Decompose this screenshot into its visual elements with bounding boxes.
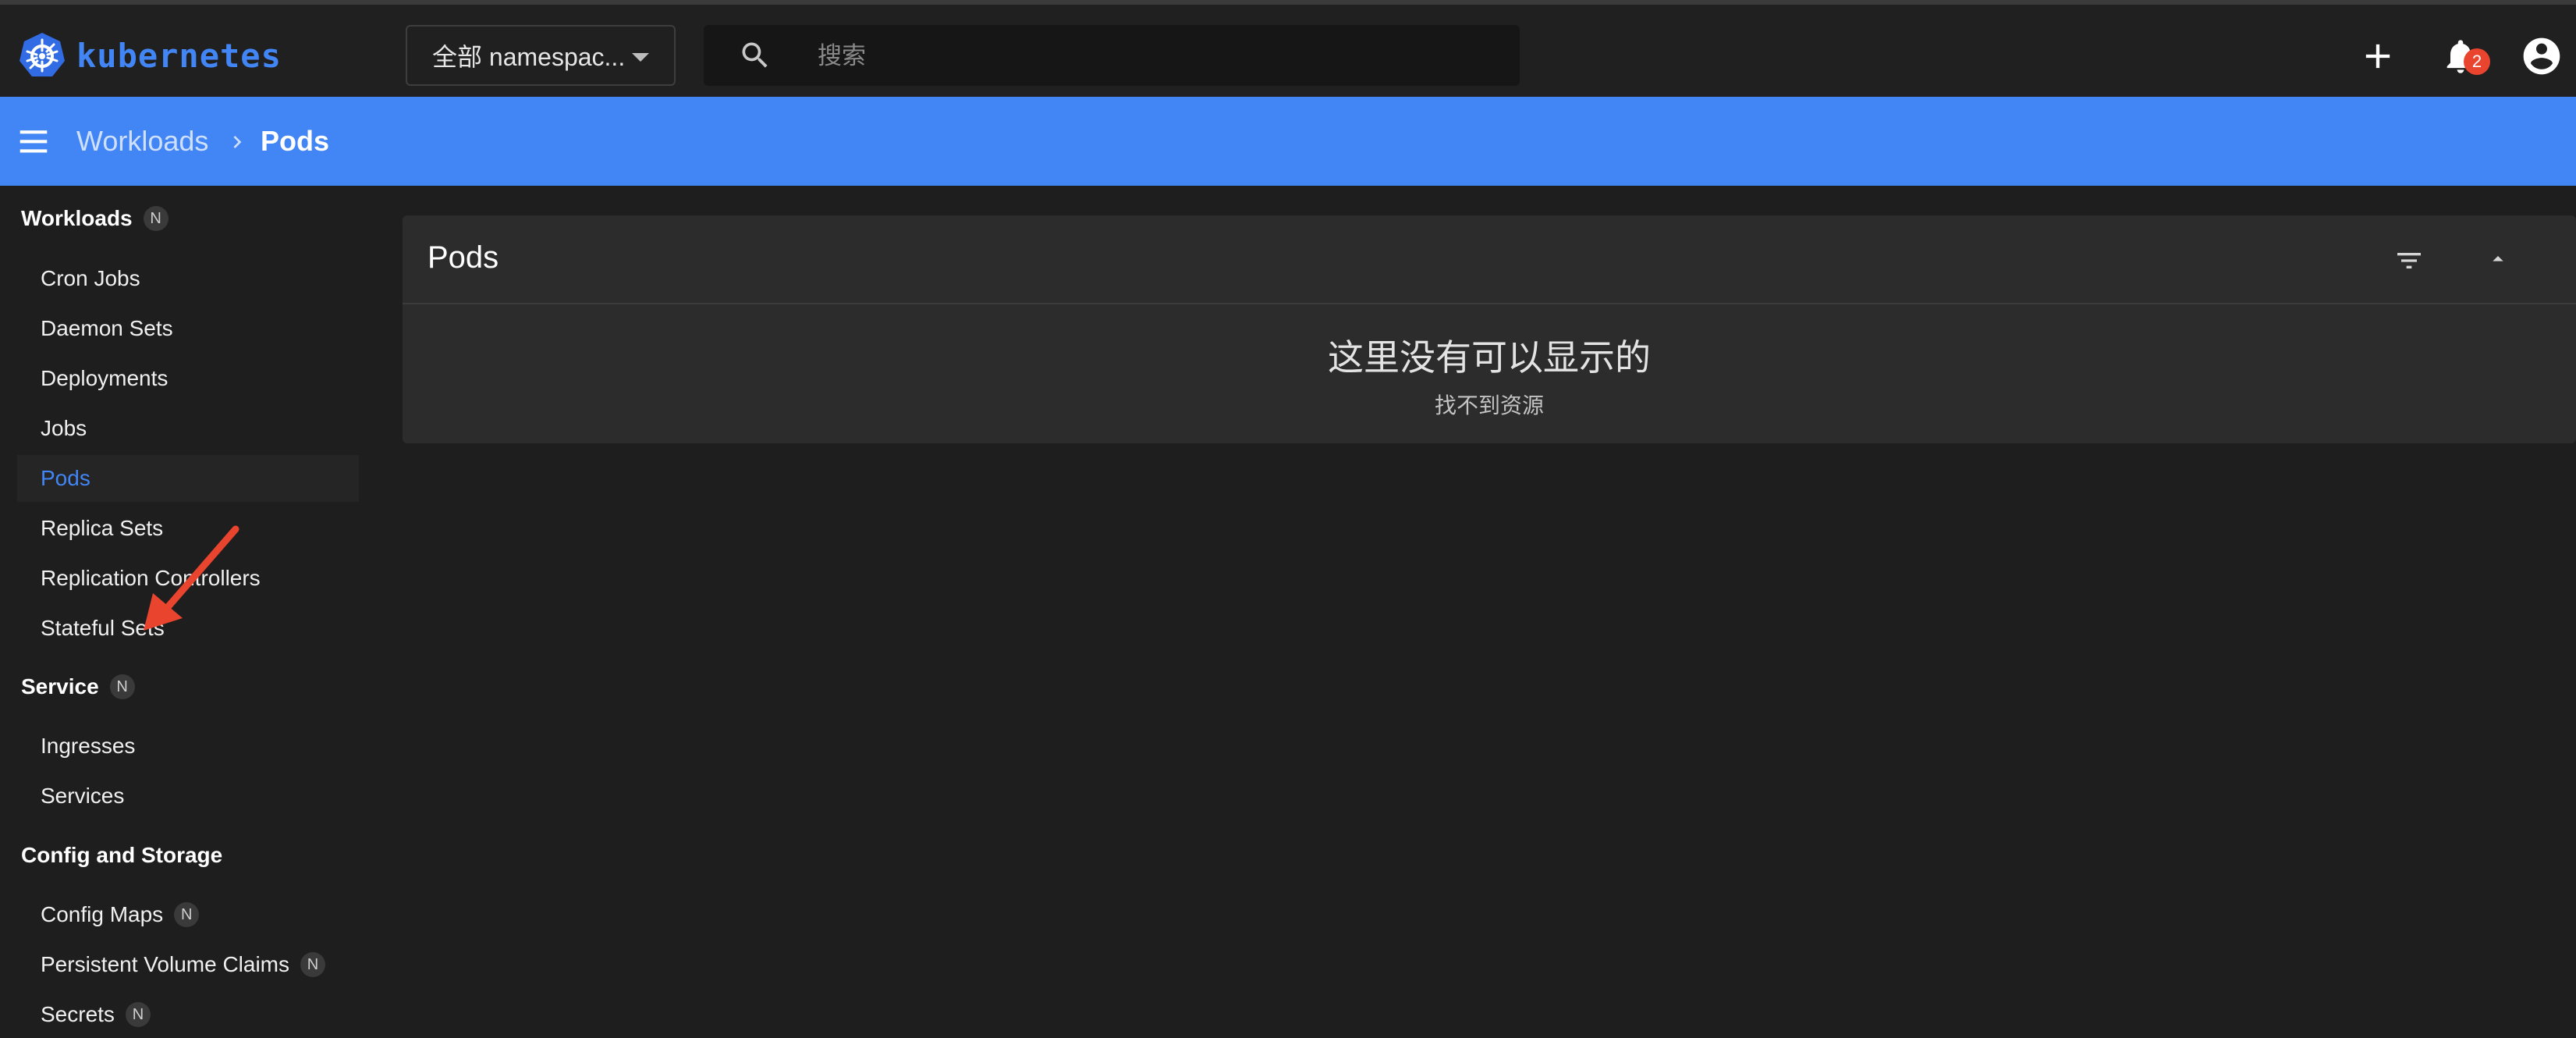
sidebar-item-persistent-volume-claims[interactable]: Persistent Volume Claims N	[17, 941, 359, 988]
logo-text: kubernetes	[76, 36, 282, 75]
empty-state-subtitle: 找不到资源	[1434, 393, 1544, 418]
namespace-select-value: 全部 namespac...	[432, 43, 626, 71]
annotation-arrow-icon	[144, 525, 240, 631]
sidebar-item-label: Services	[41, 784, 125, 808]
plus-icon[interactable]	[2358, 36, 2398, 76]
sidebar-item-label: Ingresses	[41, 734, 136, 758]
sidebar-section-workloads[interactable]: Workloads N	[21, 206, 169, 231]
card-header: Pods	[403, 215, 2576, 304]
account-icon[interactable]	[2520, 34, 2564, 78]
card-title: Pods	[428, 240, 499, 275]
top-app-bar: kubernetes 全部 namespac... 2	[0, 0, 2576, 97]
sidebar-section-config-and-storage[interactable]: Config and Storage	[21, 843, 222, 868]
dropdown-caret-icon	[632, 53, 649, 62]
notification-badge: 2	[2464, 48, 2490, 75]
sidebar-item-pods[interactable]: Pods	[17, 455, 359, 502]
namespaced-chip: N	[125, 1002, 151, 1027]
sidebar-section-label: Workloads	[21, 206, 133, 230]
menu-icon[interactable]	[17, 126, 50, 156]
kubernetes-logo[interactable]: kubernetes	[17, 28, 282, 83]
sidebar-item-config-maps[interactable]: Config Maps N	[17, 891, 359, 938]
sidebar: Workloads N Cron Jobs Daemon Sets Deploy…	[0, 186, 367, 1027]
namespaced-chip: N	[143, 206, 169, 231]
search-input[interactable]	[816, 34, 1490, 78]
sidebar-item-label: Pods	[41, 466, 90, 490]
sidebar-item-label: Cron Jobs	[41, 266, 140, 290]
filter-icon[interactable]	[2392, 245, 2426, 276]
sidebar-item-deployments[interactable]: Deployments	[17, 355, 359, 402]
sidebar-item-secrets[interactable]: Secrets N	[17, 991, 359, 1038]
sidebar-item-cron-jobs[interactable]: Cron Jobs	[17, 255, 359, 302]
search-icon[interactable]	[738, 38, 772, 73]
sidebar-item-daemon-sets[interactable]: Daemon Sets	[17, 305, 359, 352]
sidebar-item-label: Secrets	[41, 1002, 115, 1026]
collapse-arrow-icon[interactable]	[2486, 247, 2510, 272]
breadcrumb-workloads[interactable]: Workloads	[76, 125, 208, 158]
sidebar-item-label: Deployments	[41, 366, 169, 390]
kubernetes-wheel-icon	[20, 33, 65, 76]
namespace-select[interactable]: 全部 namespac...	[406, 25, 676, 86]
namespaced-chip: N	[174, 902, 200, 927]
sidebar-item-label: Jobs	[41, 416, 87, 440]
breadcrumb-pods: Pods	[261, 125, 330, 157]
pods-card: Pods 这里没有可以显示的 找不到资源	[403, 215, 2576, 443]
namespaced-chip: N	[300, 952, 326, 977]
sidebar-item-label: Config Maps	[41, 902, 164, 926]
sidebar-section-label: Service	[21, 674, 99, 699]
namespaced-chip: N	[109, 674, 135, 699]
sidebar-item-ingresses[interactable]: Ingresses	[17, 723, 359, 770]
search-bar[interactable]	[704, 25, 1520, 86]
sidebar-item-services[interactable]: Services	[17, 773, 359, 819]
sidebar-item-label: Persistent Volume Claims	[41, 952, 290, 976]
chevron-right-icon	[233, 136, 242, 148]
sidebar-section-service[interactable]: Service N	[21, 674, 135, 699]
sidebar-item-label: Daemon Sets	[41, 316, 173, 340]
breadcrumb-bar: Workloads Pods	[0, 97, 2576, 186]
sidebar-item-jobs[interactable]: Jobs	[17, 405, 359, 452]
empty-state-title: 这里没有可以显示的	[1328, 337, 1651, 378]
sidebar-section-label: Config and Storage	[21, 843, 223, 867]
